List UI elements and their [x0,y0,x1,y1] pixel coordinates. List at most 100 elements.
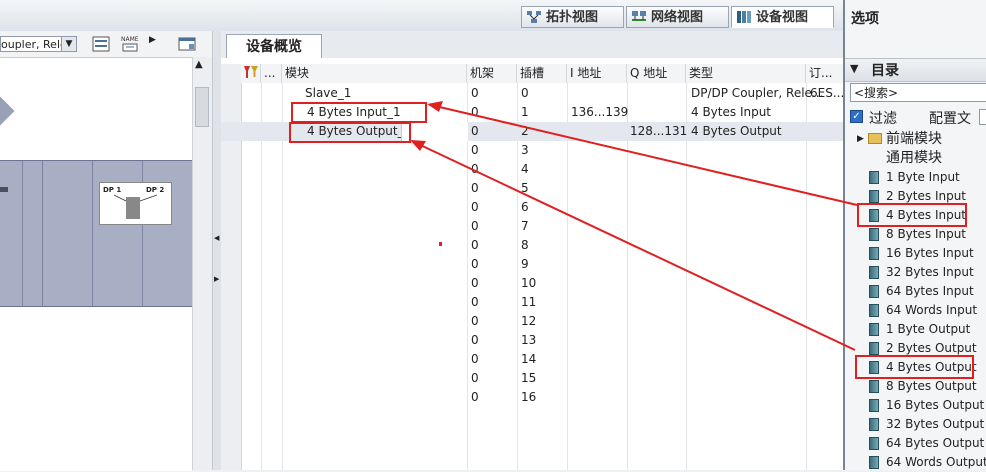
filter-checkbox[interactable]: ✓ [850,110,863,123]
col-header-order[interactable]: 订... [806,64,843,83]
catalog-item[interactable]: 16 Bytes Output [845,396,986,415]
cell-slot[interactable]: 0 [521,84,529,103]
cell-rack[interactable]: 0 [471,274,479,293]
catalog-folder-generic[interactable]: 通用模块 [845,149,986,168]
cell-slot[interactable]: 12 [521,312,536,331]
cell-slot[interactable]: 4 [521,160,529,179]
device-canvas[interactable] [0,57,192,471]
table-row[interactable]: 0 16 [221,388,843,407]
chevron-down-icon[interactable]: ▼ [61,37,76,51]
col-header-q-address[interactable]: Q 地址 [627,64,686,83]
table-row[interactable]: 08 [221,236,843,255]
vertical-scrollbar[interactable]: ▲ [192,57,212,470]
cell-rack[interactable]: 0 [471,388,479,407]
table-row[interactable]: 09 [221,255,843,274]
tab-device-view[interactable]: 设备视图 [731,6,834,28]
col-header-rack[interactable]: 机架 [467,64,517,83]
col-header-more[interactable]: ... [261,64,282,83]
table-row[interactable]: 0 15 [221,369,843,388]
cell-i-addr[interactable]: 136...139 [571,103,628,122]
cell-slot[interactable]: 5 [521,179,529,198]
cell-module[interactable]: Slave_1 [305,84,351,103]
expand-right-icon[interactable]: ▶ [214,275,219,283]
module-edit-field[interactable] [401,122,468,141]
cell-rack[interactable]: 0 [471,350,479,369]
catalog-item[interactable]: 1 Byte Input [845,168,986,187]
cell-rack[interactable]: 0 [471,255,479,274]
catalog-item[interactable]: 32 Bytes Output [845,415,986,434]
catalog-item[interactable]: 8 Bytes Input [845,225,986,244]
collapse-left-icon[interactable]: ◀ [214,234,219,242]
cell-rack[interactable]: 0 [471,122,479,141]
cell-rack[interactable]: 0 [471,84,479,103]
catalog-item[interactable]: 64 Bytes Input [845,282,986,301]
table-row[interactable]: 0 14 [221,350,843,369]
catalog-item[interactable]: 16 Bytes Input [845,244,986,263]
col-header-module[interactable]: 模块 [282,64,467,83]
catalog-search-input[interactable]: <搜索> [850,83,986,102]
cell-rack[interactable]: 0 [471,331,479,350]
cell-rack[interactable]: 0 [471,293,479,312]
cell-slot[interactable]: 11 [521,293,536,312]
cell-rack[interactable]: 0 [471,312,479,331]
table-row[interactable]: 06 [221,198,843,217]
cell-slot[interactable]: 13 [521,331,536,350]
cell-rack[interactable]: 0 [471,236,479,255]
table-row[interactable]: 0 10 [221,274,843,293]
cell-slot[interactable]: 2 [521,122,529,141]
tab-device-overview[interactable]: 设备概览 [226,34,322,58]
expand-arrow-icon[interactable]: ▶ [149,35,156,45]
cell-slot[interactable]: 16 [521,388,536,407]
cell-order[interactable]: 6ES... [810,84,844,103]
col-header-i-address[interactable]: I 地址 [567,64,627,83]
table-row[interactable]: 0 11 [221,293,843,312]
scroll-up-icon[interactable]: ▲ [195,59,203,70]
tab-topology-view[interactable]: 拓扑视图 [521,6,624,28]
cell-slot[interactable]: 8 [521,236,529,255]
cell-slot[interactable]: 15 [521,369,536,388]
cell-rack[interactable]: 0 [471,103,479,122]
catalog-item[interactable]: 64 Bytes Output [845,434,986,453]
catalog-item[interactable]: 32 Bytes Input [845,263,986,282]
cell-slot[interactable]: 10 [521,274,536,293]
col-header-type[interactable]: 类型 [686,64,806,83]
cell-q-addr[interactable]: 128...131 [630,122,687,141]
cell-rack[interactable]: 0 [471,160,479,179]
cell-slot[interactable]: 14 [521,350,536,369]
cell-rack[interactable]: 0 [471,141,479,160]
catalog-folder-frontend[interactable]: ▶ 前端模块 [845,130,986,149]
col-header-slot[interactable]: 插槽 [517,64,567,83]
cell-slot[interactable]: 6 [521,198,529,217]
table-row[interactable]: 05 [221,179,843,198]
scroll-thumb[interactable] [195,87,209,127]
table-row[interactable]: Slave_1 0 0 DP/DP Coupler, Rele... 6ES... [221,84,844,103]
coupler-module[interactable]: DP 1 DP 2 [99,182,172,225]
chevron-down-icon[interactable]: ▼ [850,62,858,75]
rack-overview-icon[interactable] [92,35,110,53]
catalog-item[interactable]: 1 Byte Output [845,320,986,339]
tab-network-view[interactable]: 网络视图 [626,6,729,28]
cell-rack[interactable]: 0 [471,217,479,236]
catalog-item[interactable]: 64 Words Output [845,453,986,472]
cell-type[interactable]: 4 Bytes Output [691,122,782,141]
catalog-item[interactable]: 64 Words Input [845,301,986,320]
device-select[interactable]: oupler, Rele ▼ [0,36,77,52]
table-row[interactable]: 04 [221,160,843,179]
table-row[interactable]: 03 [221,141,843,160]
show-names-icon[interactable]: NAME [120,34,142,54]
cell-slot[interactable]: 1 [521,103,529,122]
cell-slot[interactable]: 9 [521,255,529,274]
cell-slot[interactable]: 7 [521,217,529,236]
catalog-item[interactable]: 8 Bytes Output [845,377,986,396]
cell-rack[interactable]: 0 [471,369,479,388]
panel-icon[interactable] [178,35,196,53]
cell-slot[interactable]: 3 [521,141,529,160]
profile-select[interactable] [979,109,986,125]
cell-rack[interactable]: 0 [471,198,479,217]
table-row[interactable]: 07 [221,217,843,236]
expand-arrow-icon[interactable]: ▶ [857,130,864,149]
cell-rack[interactable]: 0 [471,179,479,198]
catalog-header[interactable]: ▼ 目录 [845,58,986,82]
table-row[interactable]: 0 13 [221,331,843,350]
filter-icon-header[interactable] [241,64,261,83]
